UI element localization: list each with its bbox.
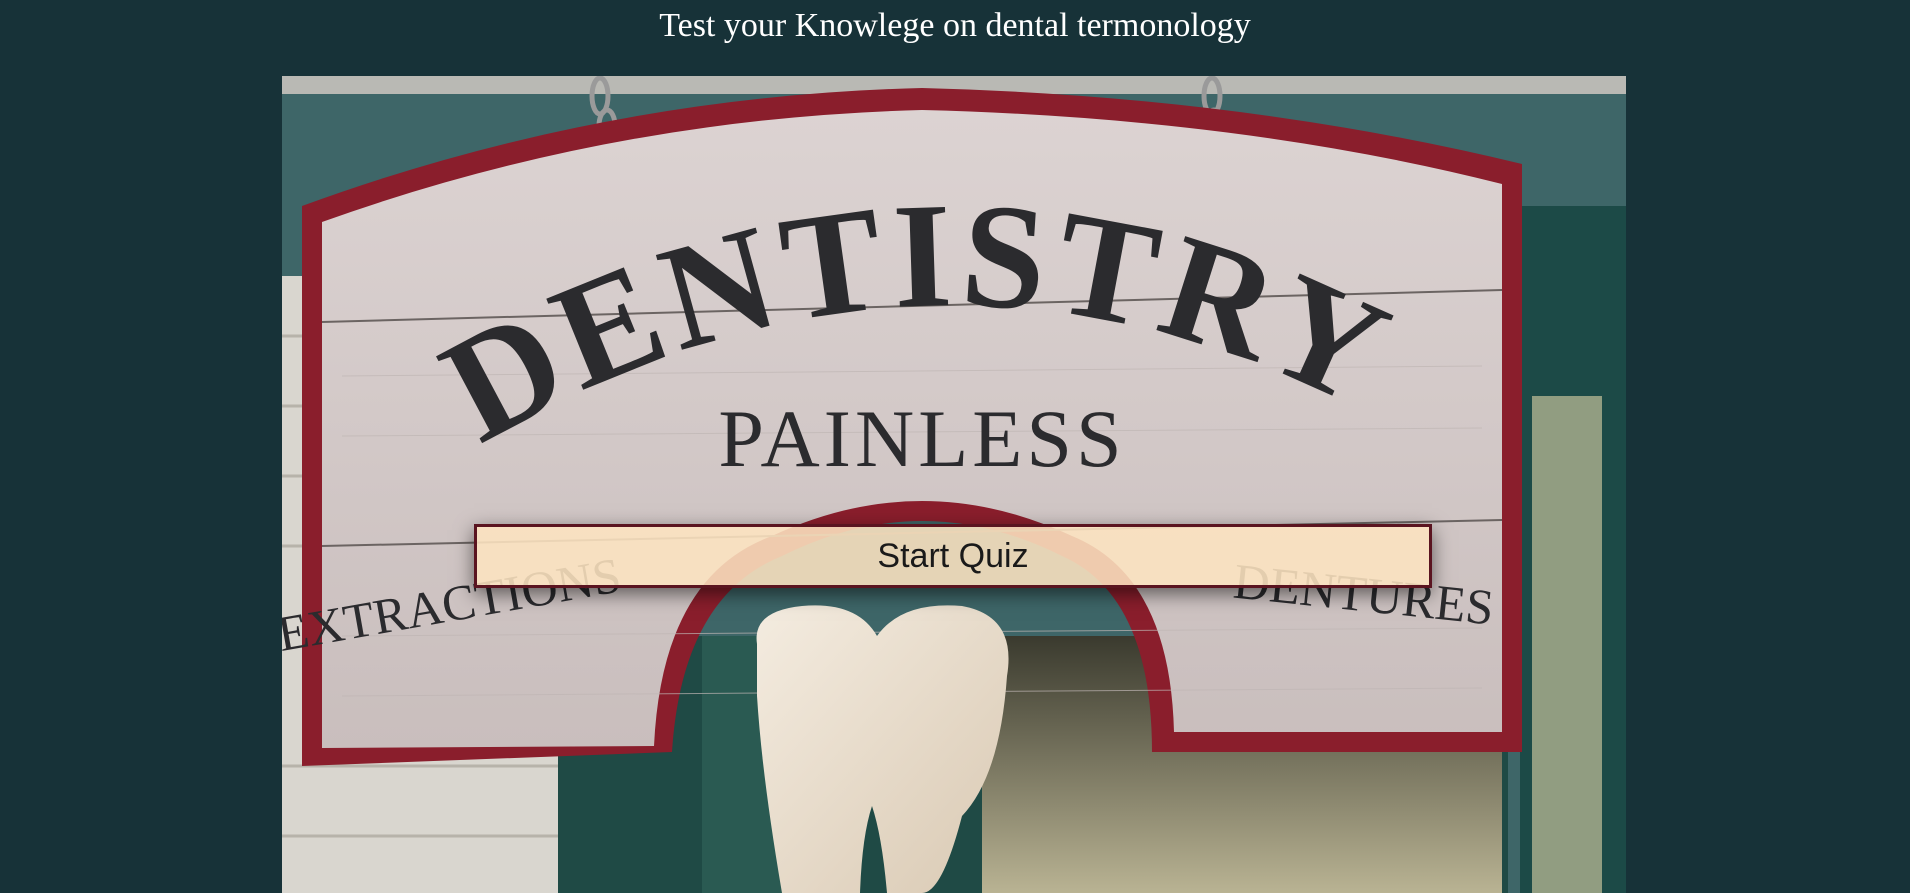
- start-quiz-button[interactable]: Start Quiz: [474, 524, 1432, 588]
- sign-sub-text: PAINLESS: [718, 393, 1125, 484]
- page-title: Test your Knowlege on dental termonology: [659, 7, 1251, 44]
- dentistry-sign-illustration: DENTISTRY PAINLESS EXTRACTIONS DENTURES: [282, 76, 1626, 893]
- dentistry-sign-image: DENTISTRY PAINLESS EXTRACTIONS DENTURES: [282, 76, 1626, 893]
- quiz-landing-page: Test your Knowlege on dental termonology: [0, 0, 1910, 893]
